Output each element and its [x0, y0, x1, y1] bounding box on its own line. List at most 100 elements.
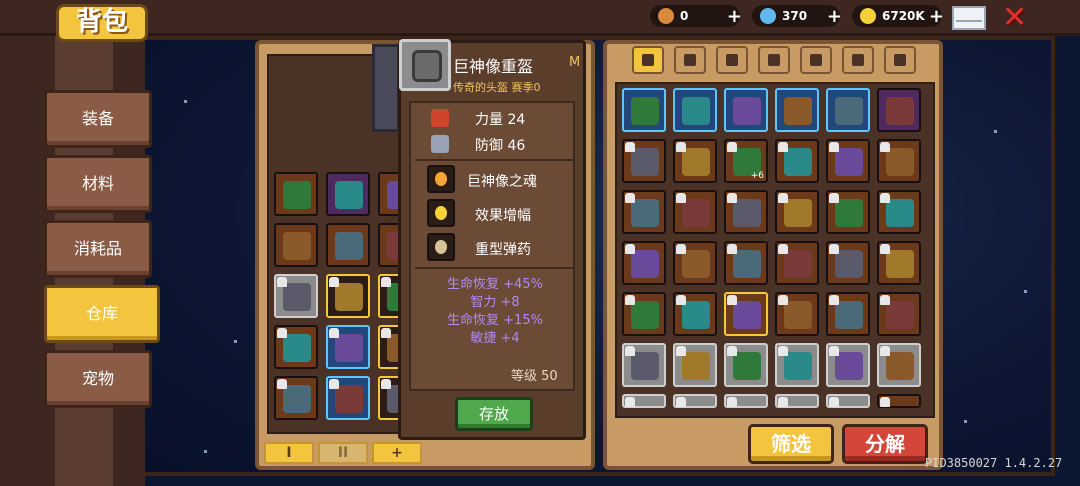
equipped-slot-frame [372, 44, 400, 132]
item-slot[interactable] [775, 394, 819, 408]
item-slot[interactable]: +6 [724, 139, 768, 183]
bag-page-add-tab[interactable]: + [372, 442, 422, 464]
add-gem-button[interactable]: + [827, 6, 842, 27]
add-gold-egg-button[interactable]: + [727, 6, 742, 27]
item-slot[interactable] [877, 292, 921, 336]
filter-tab-all[interactable] [632, 46, 664, 74]
lock-icon [329, 277, 339, 287]
lock-icon [676, 295, 686, 305]
filter-tab-helmet[interactable] [758, 46, 790, 74]
lock-icon [829, 346, 839, 356]
item-slot[interactable] [826, 292, 870, 336]
item-slot[interactable] [775, 241, 819, 285]
item-slot[interactable] [622, 190, 666, 234]
bag-page-2-tab[interactable]: II [318, 442, 368, 464]
item-slot[interactable] [826, 88, 870, 132]
equipment-item-icon [835, 250, 863, 278]
lock-icon [676, 244, 686, 254]
bag-page-1-tab[interactable]: I [264, 442, 314, 464]
item-slot[interactable] [673, 343, 717, 387]
filter-tab-ring[interactable] [842, 46, 874, 74]
item-slot[interactable] [673, 190, 717, 234]
item-slot[interactable] [622, 241, 666, 285]
item-slot[interactable] [877, 241, 921, 285]
item-slot[interactable] [326, 172, 370, 216]
item-slot[interactable] [826, 394, 870, 408]
resource-gem[interactable]: 370 + [752, 5, 842, 27]
item-slot[interactable] [673, 241, 717, 285]
filter-tab-amulet[interactable] [884, 46, 916, 74]
equipment-item-icon [335, 181, 363, 209]
sidebar-item-pets[interactable]: 宠物 [44, 350, 152, 408]
equipment-item-icon [733, 97, 761, 125]
sidebar-item-warehouse[interactable]: 仓库 [44, 285, 160, 343]
grid-icon [642, 54, 654, 66]
lock-icon [625, 193, 635, 203]
item-slot[interactable] [877, 88, 921, 132]
item-slot[interactable] [826, 139, 870, 183]
item-slot[interactable] [326, 325, 370, 369]
close-icon[interactable]: ✕ [1002, 2, 1027, 34]
equipment-item-icon [631, 199, 659, 227]
item-slot[interactable] [826, 241, 870, 285]
item-slot[interactable] [775, 343, 819, 387]
sidebar-item-materials[interactable]: 材料 [44, 155, 152, 213]
amulet-icon [894, 54, 906, 66]
equipment-item-icon [335, 334, 363, 362]
lock-icon [727, 397, 737, 407]
bonus-4: 敏捷 +4 [470, 331, 520, 346]
resource-gold-egg[interactable]: 0 + [650, 5, 742, 27]
sidebar-item-equipment[interactable]: 装备 [44, 90, 152, 148]
item-slot[interactable] [724, 88, 768, 132]
item-slot[interactable] [775, 190, 819, 234]
item-slot[interactable] [673, 139, 717, 183]
item-slot[interactable] [775, 88, 819, 132]
item-slot[interactable] [724, 190, 768, 234]
item-slot[interactable] [326, 223, 370, 267]
item-slot[interactable] [724, 394, 768, 408]
item-slot[interactable] [724, 292, 768, 336]
item-slot[interactable] [622, 343, 666, 387]
item-slot[interactable] [622, 394, 666, 408]
item-slot[interactable] [724, 343, 768, 387]
store-button[interactable]: 存放 [455, 397, 533, 431]
filter-tab-boots[interactable] [800, 46, 832, 74]
item-slot[interactable] [622, 88, 666, 132]
item-slot[interactable] [326, 274, 370, 318]
lock-icon [880, 244, 890, 254]
item-slot[interactable] [877, 190, 921, 234]
item-slot[interactable] [274, 172, 318, 216]
item-slot[interactable] [877, 394, 921, 408]
item-slot[interactable] [775, 292, 819, 336]
item-slot[interactable] [724, 241, 768, 285]
equipment-item-icon [886, 352, 914, 380]
item-slot[interactable] [775, 139, 819, 183]
item-slot[interactable] [274, 274, 318, 318]
lock-icon [381, 277, 391, 287]
resource-coin[interactable]: 6720K + [852, 5, 944, 27]
gold-egg-count: 0 [680, 9, 689, 23]
item-slot[interactable] [673, 88, 717, 132]
item-slot[interactable] [673, 394, 717, 408]
sidebar-item-consumables[interactable]: 消耗品 [44, 220, 152, 278]
item-slot[interactable] [274, 376, 318, 420]
item-slot[interactable] [826, 190, 870, 234]
item-slot[interactable] [622, 292, 666, 336]
mail-icon[interactable] [952, 6, 986, 30]
equipment-item-icon [835, 148, 863, 176]
item-slot[interactable] [826, 343, 870, 387]
equipment-item-icon [682, 97, 710, 125]
decompose-button[interactable]: 分解 [842, 424, 928, 464]
item-slot[interactable] [326, 376, 370, 420]
filter-tab-weapon[interactable] [674, 46, 706, 74]
stat-defense: 防御 46 [475, 138, 526, 154]
item-slot[interactable] [877, 139, 921, 183]
item-slot[interactable] [274, 325, 318, 369]
item-slot[interactable] [274, 223, 318, 267]
filter-tab-armor[interactable] [716, 46, 748, 74]
item-slot[interactable] [673, 292, 717, 336]
item-slot[interactable] [877, 343, 921, 387]
add-coin-button[interactable]: + [929, 6, 944, 27]
item-slot[interactable] [622, 139, 666, 183]
filter-button[interactable]: 筛选 [748, 424, 834, 464]
